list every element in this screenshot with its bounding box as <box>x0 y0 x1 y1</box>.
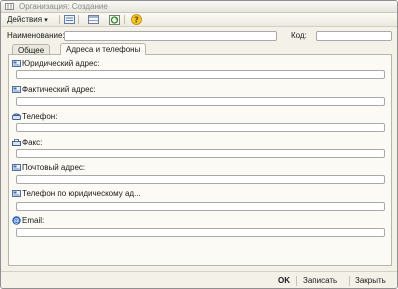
address-icon <box>12 190 21 197</box>
svg-text:?: ? <box>134 15 139 24</box>
email-label: Email: <box>22 216 45 225</box>
fax-label: Факс: <box>22 138 43 147</box>
phone-field[interactable] <box>16 123 385 132</box>
tab-addresses-phones[interactable]: Адреса и телефоны <box>60 43 147 55</box>
legal-address-field[interactable] <box>16 70 385 79</box>
address-icon <box>12 164 21 171</box>
address-icon <box>12 86 21 93</box>
form-footer: OK Записать Закрыть <box>1 271 397 288</box>
address-icon <box>12 60 21 67</box>
name-field[interactable] <box>64 31 277 41</box>
help-button[interactable]: ? <box>130 14 142 25</box>
post-button[interactable] <box>63 14 75 25</box>
legal-phone-label: Телефон по юридическому ад... <box>22 189 141 198</box>
document-list-icon <box>63 15 75 24</box>
chevron-down-icon: ▾ <box>44 17 48 24</box>
save-button[interactable]: Записать <box>303 275 337 286</box>
footer-separator <box>349 276 350 286</box>
email-field[interactable] <box>16 228 385 237</box>
form-window: Организация: Создание Действия ▾ ? Наиме… <box>0 0 398 289</box>
phone-icon <box>12 113 21 120</box>
help-icon: ? <box>130 14 142 25</box>
toolbar-separator <box>124 15 125 24</box>
legal-phone-field[interactable] <box>16 202 385 211</box>
toolbar-separator <box>78 15 79 24</box>
toolbar: Действия ▾ ? <box>1 13 397 27</box>
actions-menu-label: Действия <box>7 15 43 24</box>
refresh-icon <box>108 14 120 25</box>
actions-menu-button[interactable]: Действия ▾ <box>6 14 49 25</box>
email-icon: @ <box>12 216 21 225</box>
title-bar: Организация: Создание <box>1 1 397 13</box>
ok-button[interactable]: OK <box>278 275 290 286</box>
postal-address-label: Почтовый адрес: <box>22 163 86 172</box>
print-button[interactable] <box>87 14 99 25</box>
postal-address-field[interactable] <box>16 175 385 184</box>
close-button[interactable]: Закрыть <box>355 275 386 286</box>
addresses-phones-panel: Юридический адрес: Фактический адрес: Те… <box>8 54 392 266</box>
legal-address-label: Юридический адрес: <box>22 59 100 68</box>
name-label: Наименование: <box>7 31 65 40</box>
toolbar-separator <box>59 15 60 24</box>
svg-text:@: @ <box>14 218 20 225</box>
refresh-button[interactable] <box>108 14 120 25</box>
tab-addresses-phones-label: Адреса и телефоны <box>66 45 141 54</box>
footer-separator <box>296 276 297 286</box>
code-label: Код: <box>291 31 307 40</box>
fax-icon <box>12 139 21 146</box>
form-icon <box>5 3 14 10</box>
code-field[interactable] <box>316 31 392 41</box>
fax-field[interactable] <box>16 149 385 158</box>
phone-label: Телефон: <box>22 112 58 121</box>
window-title: Организация: Создание <box>19 2 108 11</box>
actual-address-label: Фактический адрес: <box>22 85 96 94</box>
table-icon <box>87 15 99 24</box>
actual-address-field[interactable] <box>16 97 385 106</box>
